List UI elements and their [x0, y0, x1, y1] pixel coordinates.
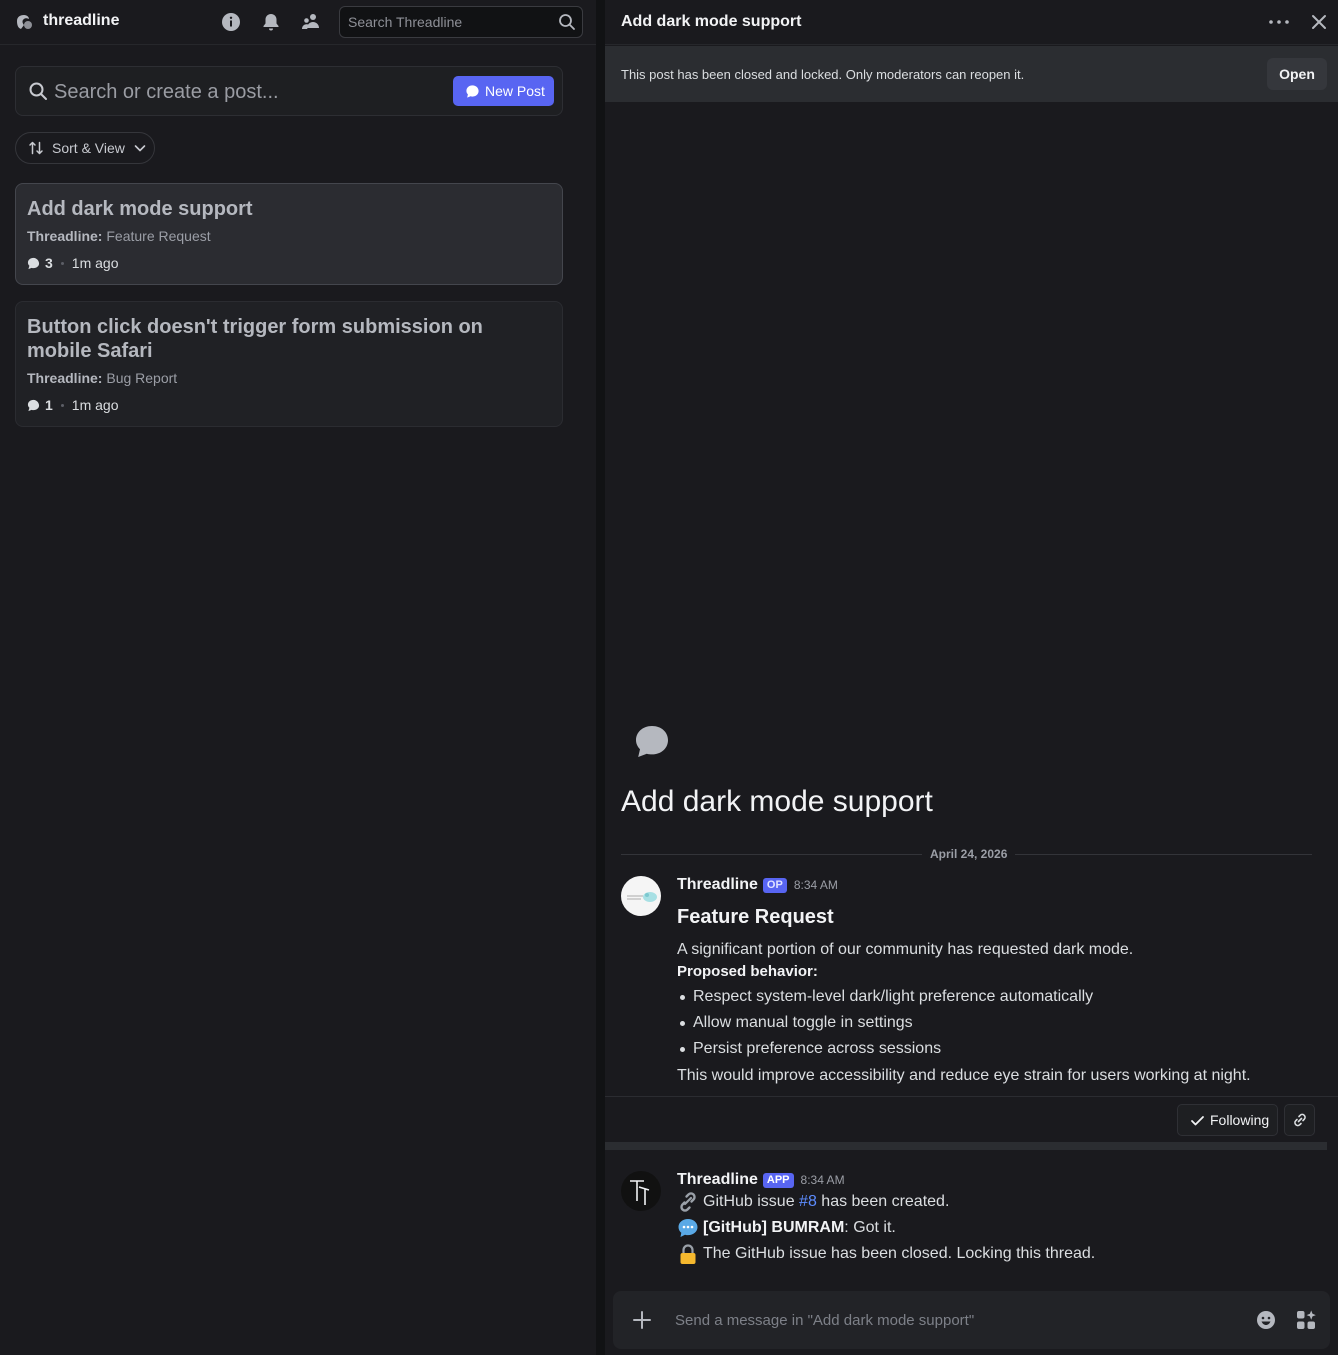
info-icon[interactable]: [220, 11, 242, 33]
locked-notice-text: This post has been closed and locked. On…: [621, 67, 1025, 82]
post-card[interactable]: Button click doesn't trigger form submis…: [15, 301, 563, 427]
search-icon[interactable]: [558, 13, 576, 31]
message-proposed-label: Proposed behavior:: [677, 963, 818, 980]
app-badge: APP: [762, 1172, 794, 1188]
app-message-line: [GitHub] BUMRAM: Got it.: [677, 1217, 896, 1239]
threadline-avatar-icon: [627, 892, 657, 902]
author-name[interactable]: Threadline: [677, 1171, 758, 1189]
meta-separator: [60, 261, 64, 265]
post-channel: Threadline: [27, 228, 98, 244]
open-button[interactable]: Open: [1267, 58, 1327, 90]
line-text: has been created.: [816, 1193, 950, 1210]
avatar[interactable]: [621, 1171, 661, 1211]
message-author: Threadline APP 8:34 AM: [677, 1171, 845, 1189]
check-icon: [1191, 1115, 1204, 1125]
post-tag-name: Feature Request: [106, 228, 211, 244]
thread-title: Add dark mode support: [621, 785, 933, 818]
sort-icon: [29, 141, 43, 155]
post-meta: 3 1m ago: [27, 255, 119, 271]
thread-header: Add dark mode support: [605, 0, 1338, 45]
emoji-icon[interactable]: [1255, 1309, 1277, 1331]
post-channel: Threadline: [27, 370, 98, 386]
post-reply-count: 3: [45, 255, 53, 271]
post-meta: 1 1m ago: [27, 397, 119, 413]
header-search[interactable]: [339, 6, 583, 38]
proposed-behavior-list: Respect system-level dark/light preferen…: [677, 986, 1093, 1064]
post-search-bar[interactable]: New Post: [15, 66, 563, 116]
line-text: GitHub issue: [703, 1193, 800, 1210]
chat-bubble-icon: [466, 84, 479, 98]
app-message-line: GitHub issue #8 has been created.: [677, 1191, 949, 1213]
following-button[interactable]: Following: [1177, 1104, 1278, 1136]
line-text: : Got it.: [844, 1219, 896, 1236]
thread-header-title: Add dark mode support: [621, 13, 802, 30]
list-item: Allow manual toggle in settings: [677, 1012, 1093, 1038]
message-divider: [605, 1096, 1338, 1097]
message-outro: This would improve accessibility and red…: [677, 1067, 1251, 1084]
thread-separator: [605, 1142, 1327, 1150]
post-tag-name: Bug Report: [106, 370, 178, 386]
message-intro: A significant portion of our community h…: [677, 941, 1134, 958]
app-message-line: The GitHub issue has been closed. Lockin…: [677, 1243, 1095, 1265]
new-post-label: New Post: [485, 83, 545, 99]
author-name[interactable]: Threadline: [677, 876, 758, 894]
message-timestamp: 8:34 AM: [793, 878, 838, 892]
sort-view-button[interactable]: Sort & View: [15, 132, 155, 164]
meta-separator: [60, 403, 64, 407]
post-reply-count: 1: [45, 397, 53, 413]
members-icon[interactable]: [300, 11, 322, 33]
post-age: 1m ago: [71, 255, 119, 271]
threadline-logo-icon: [17, 15, 32, 29]
message-composer: [613, 1291, 1330, 1349]
message-timestamp: 8:34 AM: [800, 1173, 845, 1187]
chevron-down-icon: [134, 145, 146, 152]
github-issue-link[interactable]: #8: [799, 1193, 817, 1210]
header-search-input[interactable]: [340, 7, 550, 37]
message-heading: Feature Request: [677, 906, 834, 928]
reply-count-icon: [27, 257, 40, 269]
github-author: [GitHub] BUMRAM: [703, 1219, 845, 1236]
post-card[interactable]: Add dark mode support Threadline: Featur…: [15, 183, 563, 285]
apps-icon[interactable]: [1295, 1309, 1317, 1331]
search-icon: [29, 82, 47, 100]
line-text: The GitHub issue has been closed. Lockin…: [703, 1245, 1096, 1262]
sort-view-label: Sort & View: [52, 140, 125, 156]
post-title: Add dark mode support: [27, 198, 253, 220]
thread-bubble-icon: [636, 726, 668, 757]
message-author: Threadline OP 8:34 AM: [677, 876, 838, 894]
op-badge: OP: [762, 877, 787, 893]
more-options-icon[interactable]: [1267, 12, 1291, 32]
app-avatar-icon: [630, 1180, 650, 1205]
avatar[interactable]: [621, 876, 661, 916]
panel-splitter[interactable]: [596, 0, 605, 1355]
new-post-button[interactable]: New Post: [453, 76, 554, 106]
post-tag: Threadline: Bug Report: [27, 370, 178, 386]
post-search-input[interactable]: [54, 75, 449, 109]
post-age: 1m ago: [71, 397, 119, 413]
close-icon[interactable]: [1309, 12, 1329, 32]
bell-icon[interactable]: [260, 11, 282, 33]
thread-panel: Add dark mode support This post has been…: [605, 0, 1338, 1355]
link-icon: [1293, 1113, 1306, 1127]
forum-header: threadline: [0, 0, 596, 45]
locked-notice-bar: This post has been closed and locked. On…: [605, 46, 1338, 102]
following-label: Following: [1210, 1112, 1270, 1128]
link-emoji-icon: [680, 1192, 696, 1212]
post-tag: Threadline: Feature Request: [27, 228, 211, 244]
speech-bubble-emoji-icon: [678, 1219, 698, 1237]
lock-emoji-icon: [680, 1244, 696, 1264]
reply-count-icon: [27, 399, 40, 411]
date-label: April 24, 2026: [922, 847, 1016, 861]
list-item: Respect system-level dark/light preferen…: [677, 986, 1093, 1012]
forum-panel: threadline Search Threadline Search or c…: [0, 0, 596, 1355]
plus-icon[interactable]: [631, 1309, 653, 1331]
post-title: Button click doesn't trigger form submis…: [27, 316, 483, 362]
copy-link-button[interactable]: [1284, 1104, 1315, 1136]
app-title: threadline: [43, 12, 120, 29]
list-item: Persist preference across sessions: [677, 1038, 1093, 1064]
message-input[interactable]: [675, 1303, 1235, 1337]
